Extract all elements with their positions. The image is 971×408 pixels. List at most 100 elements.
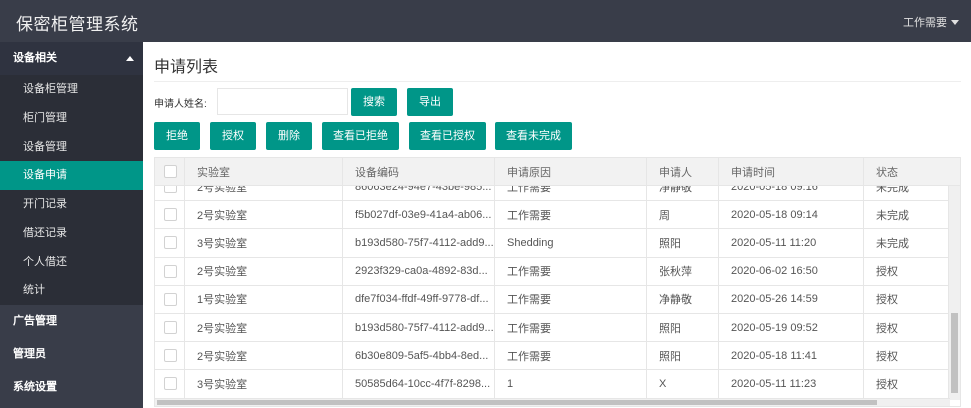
- time-cell: 2020-05-11 11:23: [719, 370, 864, 398]
- table-header: 实验室 设备编码 申请原因 申请人 申请时间 状态: [155, 158, 960, 186]
- row-checkbox[interactable]: [164, 377, 177, 391]
- view-authorized-button[interactable]: 查看已授权: [409, 122, 486, 150]
- device-code-cell: b193d580-75f7-4112-add9...: [343, 313, 495, 342]
- status-cell: 授权: [876, 378, 898, 391]
- lab-cell: 1号实验室: [185, 285, 343, 313]
- sidebar-sub-list: 设备柜管理 柜门管理 设备管理 设备申请 开门记录 借还记录 个人借还 统计: [0, 75, 143, 305]
- sidebar-group-settings[interactable]: 系统设置: [0, 371, 143, 404]
- top-bar: 保密柜管理系统 工作需要: [0, 0, 971, 42]
- row-checkbox[interactable]: [164, 208, 177, 222]
- status-cell: 授权: [876, 322, 898, 335]
- reason-cell: 1: [495, 370, 647, 398]
- sidebar-item-personal-borrow[interactable]: 个人借还: [0, 248, 143, 277]
- table-row[interactable]: 2号实验室 86063e24-94e7-43be-985... 工作需要 净静敬 202…: [155, 186, 950, 202]
- table-row[interactable]: 2号实验室 b193d580-75f7-4112-add9... 工作需要 照阳 202…: [155, 313, 950, 343]
- reason-cell: 工作需要: [495, 342, 647, 370]
- table-row[interactable]: 2号实验室 f5b027df-03e9-41a4-ab06... 工作需要周 2020…: [155, 201, 950, 230]
- vertical-scroll-thumb[interactable]: [951, 313, 958, 393]
- row-checkbox-cell: [155, 257, 185, 285]
- search-button[interactable]: 搜索: [351, 88, 397, 116]
- device-code-cell: 6b30e809-5af5-4bb4-8ed...: [343, 342, 495, 370]
- row-checkbox[interactable]: [164, 349, 177, 363]
- table-row[interactable]: 3号实验室 50585d64-10cc-4f7f-8298... 1 X 2020-05…: [155, 370, 950, 399]
- device-code-cell: b193d580-75f7-4112-add9...: [343, 229, 495, 257]
- column-header-time[interactable]: 申请时间: [719, 158, 864, 185]
- status-cell: 授权: [876, 294, 898, 307]
- header-checkbox-cell: [155, 158, 185, 185]
- row-checkbox[interactable]: [164, 186, 177, 194]
- table-row[interactable]: 3号实验室 b193d580-75f7-4112-add9... Shedding 照…: [155, 229, 950, 258]
- reason-cell: Shedding: [495, 229, 647, 257]
- applicant-cell: 周: [647, 201, 719, 229]
- sidebar-item-cabinet-management[interactable]: 设备柜管理: [0, 75, 143, 104]
- sidebar-item-door-open-records[interactable]: 开门记录: [0, 190, 143, 219]
- delete-button[interactable]: 删除: [266, 122, 312, 150]
- time-cell: 2020-06-02 16:50: [719, 257, 864, 285]
- horizontal-scroll-thumb[interactable]: [157, 400, 877, 405]
- device-code-cell: 86063e24-94e7-43be-985...: [343, 186, 495, 201]
- column-header-reason[interactable]: 申请原因: [495, 158, 647, 185]
- lab-cell: 2号实验室: [185, 201, 343, 229]
- applicant-cell: X: [647, 370, 719, 398]
- sidebar-item-borrow-return-records[interactable]: 借还记录: [0, 219, 143, 248]
- sidebar-item-device-management[interactable]: 设备管理: [0, 133, 143, 162]
- table-row[interactable]: 1号实验室 dfe7f034-ffdf-49ff-9778-df... 工作需要 净静…: [155, 285, 950, 314]
- column-header-device-code[interactable]: 设备编码: [343, 158, 495, 185]
- page-title: 申请列表: [154, 59, 219, 76]
- lab-cell: 3号实验室: [185, 370, 343, 398]
- status-cell: 未完成: [876, 186, 909, 194]
- sidebar-group-admins[interactable]: 管理员: [0, 338, 143, 371]
- row-checkbox-cell: [155, 186, 185, 201]
- status-cell: 未完成: [876, 209, 909, 222]
- view-incomplete-button[interactable]: 查看未完成: [495, 122, 572, 150]
- export-button[interactable]: 导出: [407, 88, 453, 116]
- applicant-cell: 照阳: [647, 342, 719, 370]
- reject-button[interactable]: 拒绝: [154, 122, 200, 150]
- row-checkbox[interactable]: [164, 264, 177, 278]
- sidebar-group-label: 设备相关: [13, 52, 57, 64]
- reason-cell: 工作需要: [495, 313, 647, 342]
- status-cell: 授权: [876, 266, 898, 279]
- status-cell: 授权: [876, 350, 898, 363]
- view-rejected-button[interactable]: 查看已拒绝: [322, 122, 399, 150]
- applicant-name-input[interactable]: [217, 88, 348, 115]
- device-code-cell: 2923f329-ca0a-4892-83d...: [343, 257, 495, 285]
- main-content: 申请列表 申请人姓名: 搜索 导出 拒绝 授权 删除 查看已拒绝 查看已授权 查…: [143, 42, 971, 408]
- applicant-cell: 净静敬: [647, 186, 719, 201]
- row-checkbox-cell: [155, 229, 185, 257]
- column-header-lab[interactable]: 实验室: [185, 158, 343, 185]
- row-checkbox-cell: [155, 370, 185, 398]
- time-cell: 2020-05-18 09:16: [719, 186, 864, 201]
- caret-up-icon: [126, 56, 134, 61]
- sidebar-item-device-application[interactable]: 设备申请: [0, 161, 143, 190]
- applicant-name-label: 申请人姓名:: [154, 99, 207, 110]
- sidebar-group-ads[interactable]: 广告管理: [0, 305, 143, 338]
- table-row[interactable]: 2号实验室 6b30e809-5af5-4bb4-8ed... 工作需要 照阳 2020…: [155, 342, 950, 371]
- device-code-cell: f5b027df-03e9-41a4-ab06...: [343, 201, 495, 229]
- lab-cell: 3号实验室: [185, 229, 343, 257]
- title-divider: [154, 81, 961, 82]
- row-checkbox-cell: [155, 201, 185, 229]
- user-menu[interactable]: 工作需要: [903, 14, 959, 30]
- table-row[interactable]: 2号实验室 2923f329-ca0a-4892-83d... 工作需要 张秋萍 202…: [155, 257, 950, 286]
- vertical-scrollbar[interactable]: [948, 186, 960, 400]
- status-cell: 未完成: [876, 237, 909, 250]
- sidebar-item-door-management[interactable]: 柜门管理: [0, 104, 143, 133]
- row-checkbox[interactable]: [164, 292, 177, 306]
- reason-cell: 工作需要: [495, 257, 647, 285]
- row-checkbox[interactable]: [164, 236, 177, 250]
- sidebar-group-devices[interactable]: 设备相关: [0, 42, 143, 75]
- select-all-checkbox[interactable]: [164, 165, 177, 178]
- authorize-button[interactable]: 授权: [210, 122, 256, 150]
- applicant-cell: 张秋萍: [647, 257, 719, 285]
- applicant-cell: 照阳: [647, 313, 719, 342]
- column-header-status[interactable]: 状态: [864, 158, 960, 185]
- lab-cell: 2号实验室: [185, 257, 343, 285]
- column-header-applicant[interactable]: 申请人: [647, 158, 719, 185]
- horizontal-scrollbar[interactable]: [155, 398, 950, 406]
- row-checkbox-cell: [155, 285, 185, 313]
- row-checkbox[interactable]: [164, 321, 177, 335]
- sidebar-item-statistics[interactable]: 统计: [0, 276, 143, 305]
- application-table: 实验室 设备编码 申请原因 申请人 申请时间 状态 2号实验室 86063e24-…: [154, 157, 961, 407]
- applicant-cell: 照阳: [647, 229, 719, 257]
